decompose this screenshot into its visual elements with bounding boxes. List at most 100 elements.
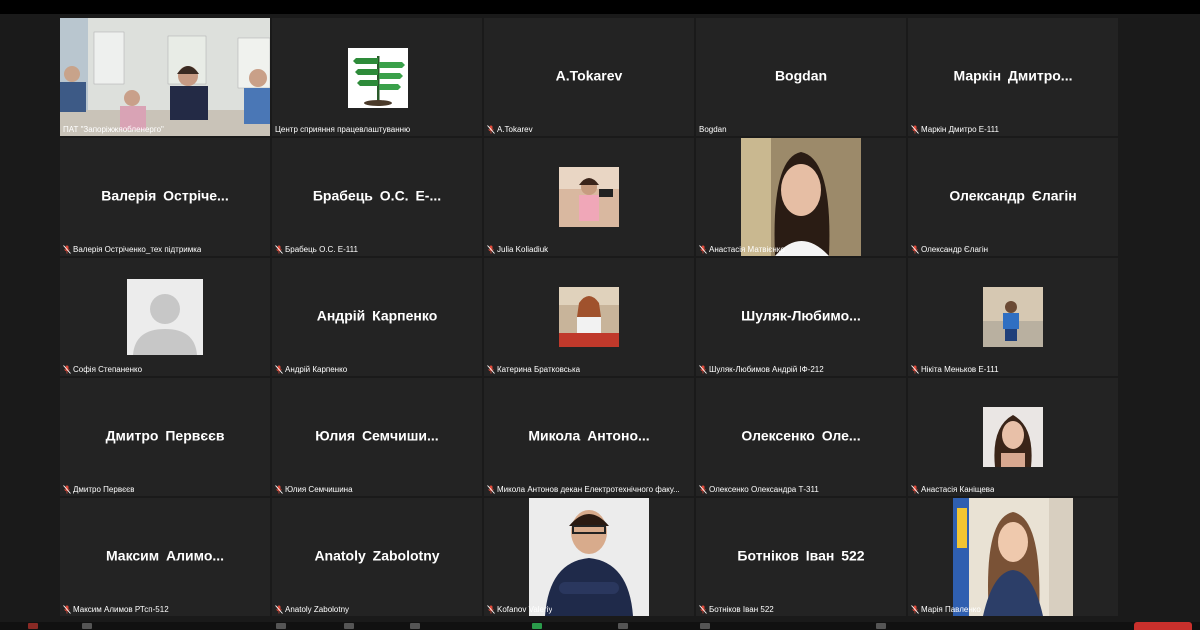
participant-name-label: Валерія Острiченко_тех підтримка	[63, 245, 201, 254]
participant-name-label: Андрій Карпенко	[275, 365, 347, 374]
meeting-toolbar	[0, 622, 1200, 630]
participant-tile[interactable]: Андрій Карпенко Андрій Карпенко	[272, 258, 482, 376]
muted-mic-icon	[911, 245, 919, 254]
security-icon[interactable]	[276, 623, 286, 629]
participant-name-text: ПАТ "Запоріжжяобленерго"	[63, 125, 164, 134]
participant-tile[interactable]: Брабець О.С. Е-... Брабець О.С. Е-111	[272, 138, 482, 256]
participant-display-name: Олександр Єлагін	[949, 187, 1077, 204]
participant-tile[interactable]: Анастасія Каніщева	[908, 378, 1118, 496]
participant-name-label: Bogdan	[699, 125, 727, 134]
muted-mic-icon	[63, 605, 71, 614]
participant-display-name: Юлия Семчиши...	[315, 427, 439, 444]
participant-name-label: A.Tokarev	[487, 125, 533, 134]
participant-name-label: Anatoly Zabolotny	[275, 605, 349, 614]
participant-tile[interactable]: Софія Степаненко	[60, 258, 270, 376]
leave-button[interactable]	[1134, 622, 1192, 630]
participant-name-label: ПАТ "Запоріжжяобленерго"	[63, 125, 164, 134]
record-icon[interactable]	[618, 623, 628, 629]
reactions-icon[interactable]	[700, 623, 710, 629]
participant-name-label: Дмитро Первєєв	[63, 485, 134, 494]
participant-tile[interactable]: A.Tokarev A.Tokarev	[484, 18, 694, 136]
participant-tile[interactable]: Нікіта Меньков Е-111	[908, 258, 1118, 376]
participant-name-label: Катерина Братковська	[487, 365, 580, 374]
top-bar	[0, 0, 1200, 14]
participant-display-name: A.Tokarev	[555, 67, 623, 84]
participant-display-name: Олексенко Оле...	[741, 427, 861, 444]
participant-video	[60, 18, 270, 136]
participant-tile[interactable]: Юлия Семчиши... Юлия Семчишина	[272, 378, 482, 496]
participant-display-name: Bogdan	[774, 67, 828, 84]
muted-mic-icon	[911, 365, 919, 374]
participant-name-label: Максим Алимов РТсп-512	[63, 605, 169, 614]
participant-name-text: Андрій Карпенко	[285, 365, 348, 374]
participant-display-name: Брабець О.С. Е-...	[312, 187, 442, 204]
participant-tile[interactable]: Anatoly Zabolotny Anatoly Zabolotny	[272, 498, 482, 616]
participant-name-label: Julia Koliadiuk	[487, 245, 548, 254]
participant-tile[interactable]: Bogdan Bogdan	[696, 18, 906, 136]
muted-mic-icon	[275, 245, 283, 254]
participant-tile[interactable]: Катерина Братковська	[484, 258, 694, 376]
participant-name-text: Валерія Острiченко_тех підтримка	[73, 245, 202, 254]
participant-tile[interactable]: Центр сприяння працевлаштуванню	[272, 18, 482, 136]
participant-tile[interactable]: Олексенко Оле... Олексенко Олександра Т-3…	[696, 378, 906, 496]
participant-name-label: Kofanov Valeriy	[487, 605, 552, 614]
participant-display-name: Микола Антоно...	[528, 427, 650, 444]
participant-tile[interactable]: Марія Павленко	[908, 498, 1118, 616]
participant-tile[interactable]: Максим Алимо... Максим Алимов РТсп-512	[60, 498, 270, 616]
participant-display-name: Anatoly Zabolotny	[314, 547, 440, 564]
participant-display-name: Шуляк-Любимо...	[741, 307, 861, 324]
participant-tile[interactable]: ПАТ "Запоріжжяобленерго"	[60, 18, 270, 136]
participant-name-text: Анастасія Каніщева	[921, 485, 995, 494]
muted-mic-icon	[699, 245, 707, 254]
profile-photo	[741, 138, 861, 256]
participant-tile[interactable]: Шуляк-Любимо... Шуляк-Любимов Андрій ІФ-2…	[696, 258, 906, 376]
share-screen-icon[interactable]	[532, 623, 542, 629]
participant-name-text: Bogdan	[699, 125, 727, 134]
muted-mic-icon	[487, 125, 495, 134]
participant-display-name: Андрій Карпенко	[316, 307, 438, 324]
muted-mic-icon	[487, 605, 495, 614]
participant-name-text: Олексенко Олександра Т-311	[709, 485, 819, 494]
chat-icon[interactable]	[410, 623, 420, 629]
participant-name-label: Центр сприяння працевлаштуванню	[275, 125, 410, 134]
muted-mic-icon	[911, 605, 919, 614]
participant-name-text: Kofanov Valeriy	[497, 605, 553, 614]
participant-name-text: Julia Koliadiuk	[497, 245, 549, 254]
more-icon[interactable]	[876, 623, 886, 629]
participant-name-label: Софія Степаненко	[63, 365, 142, 374]
participants-icon[interactable]	[344, 623, 354, 629]
participant-name-text: Марія Павленко	[921, 605, 981, 614]
muted-mic-icon	[63, 485, 71, 494]
participant-name-label: Анастасія Каніщева	[911, 485, 994, 494]
participant-name-label: Анастасія Матвієнко	[699, 245, 785, 254]
muted-mic-icon	[487, 485, 495, 494]
video-icon[interactable]	[82, 623, 92, 629]
participant-name-label: Олексенко Олександра Т-311	[699, 485, 819, 494]
participant-name-label: Брабець О.С. Е-111	[275, 245, 358, 254]
participant-name-text: Катерина Братковська	[497, 365, 581, 374]
participant-name-text: Anatoly Zabolotny	[285, 605, 350, 614]
participant-tile[interactable]: Маркін Дмитро... Маркін Дмитро Е-111	[908, 18, 1118, 136]
participant-tile[interactable]: Ботніков Іван 522 Ботніков Іван 522	[696, 498, 906, 616]
participant-tile[interactable]: Микола Антоно... Микола Антонов декан Еле…	[484, 378, 694, 496]
participant-name-label: Юлия Семчишина	[275, 485, 353, 494]
participant-tile[interactable]: Kofanov Valeriy	[484, 498, 694, 616]
participant-name-text: A.Tokarev	[497, 125, 533, 134]
participant-name-label: Маркін Дмитро Е-111	[911, 125, 999, 134]
default-avatar	[127, 279, 203, 355]
participant-tile[interactable]: Дмитро Первєєв Дмитро Первєєв	[60, 378, 270, 496]
mute-icon[interactable]	[28, 623, 38, 629]
participant-name-label: Нікіта Меньков Е-111	[911, 365, 999, 374]
participant-tile[interactable]: Анастасія Матвієнко	[696, 138, 906, 256]
profile-photo	[529, 498, 649, 616]
participant-display-name: Дмитро Первєєв	[105, 427, 225, 444]
participant-tile[interactable]: Julia Koliadiuk	[484, 138, 694, 256]
participant-tile[interactable]: Валерія Остріче... Валерія Острiченко_тех…	[60, 138, 270, 256]
participant-name-text: Олександр Єлагін	[921, 245, 989, 254]
profile-photo	[559, 287, 619, 347]
profile-photo	[983, 407, 1043, 467]
muted-mic-icon	[911, 485, 919, 494]
muted-mic-icon	[699, 485, 707, 494]
muted-mic-icon	[275, 365, 283, 374]
participant-tile[interactable]: Олександр Єлагін Олександр Єлагін	[908, 138, 1118, 256]
